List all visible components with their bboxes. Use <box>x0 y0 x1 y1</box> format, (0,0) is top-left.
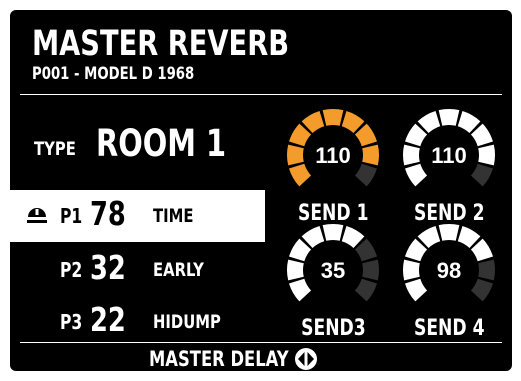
param-row-p1[interactable]: P1 78 TIME <box>10 190 265 242</box>
header-divider <box>20 94 502 95</box>
knob-segment <box>470 163 493 187</box>
knob-segment <box>438 224 460 241</box>
send-knobs: 110 110 35 98 SEND 1 SEND 2 SEND3 SEND 4 <box>273 100 503 350</box>
knob-value: 35 <box>321 258 345 283</box>
footer-divider <box>20 342 502 343</box>
selector-icon <box>27 208 47 223</box>
knob-3[interactable]: 35 <box>287 224 379 302</box>
param-value: 22 <box>90 300 126 339</box>
knob-segment <box>478 259 495 281</box>
knob-segment <box>354 278 377 302</box>
effect-screen: MASTER REVERB P001 - MODEL D 1968 TYPE R… <box>10 10 512 371</box>
knob-segment <box>289 163 312 187</box>
knob-segment <box>478 144 495 166</box>
param-value: 32 <box>90 248 126 287</box>
knob-2[interactable]: 110 <box>403 109 495 187</box>
knob-value: 110 <box>315 143 351 168</box>
knob-segment <box>362 259 379 281</box>
knob-segment <box>438 109 460 126</box>
knob-segment <box>470 278 493 302</box>
knob-segment <box>287 259 304 281</box>
param-name: TIME <box>153 205 194 227</box>
knob-1[interactable]: 110 <box>287 109 379 187</box>
param-label: P1 <box>60 204 83 228</box>
knob-label-send-2: SEND 2 <box>413 201 485 226</box>
param-label: P3 <box>60 310 83 334</box>
param-value: 78 <box>90 194 126 233</box>
knob-segment <box>403 144 420 166</box>
knob-segment <box>405 278 428 302</box>
knob-segment <box>289 278 312 302</box>
knob-value: 98 <box>437 258 461 283</box>
knob-label-send-4: SEND 4 <box>413 316 485 341</box>
type-label: TYPE <box>34 138 76 160</box>
preset-subtitle: P001 - MODEL D 1968 <box>32 64 195 84</box>
knob-segment <box>354 163 377 187</box>
knob-segment <box>287 144 304 166</box>
knob-value: 110 <box>431 143 467 168</box>
param-name: HIDUMP <box>153 311 221 333</box>
param-row-p2[interactable]: P2 32 EARLY <box>10 244 265 294</box>
knob-4[interactable]: 98 <box>403 224 495 302</box>
knob-segment <box>362 144 379 166</box>
type-value[interactable]: ROOM 1 <box>96 122 263 166</box>
left-right-arrows-icon[interactable] <box>294 347 318 371</box>
param-name: EARLY <box>153 259 204 281</box>
knob-segment <box>405 163 428 187</box>
knob-segment <box>403 259 420 281</box>
param-row-p3[interactable]: P3 22 HIDUMP <box>10 296 265 346</box>
param-label: P2 <box>60 258 83 282</box>
page-title: MASTER REVERB <box>32 24 290 64</box>
knob-segment <box>322 224 344 241</box>
knob-segment <box>322 109 344 126</box>
